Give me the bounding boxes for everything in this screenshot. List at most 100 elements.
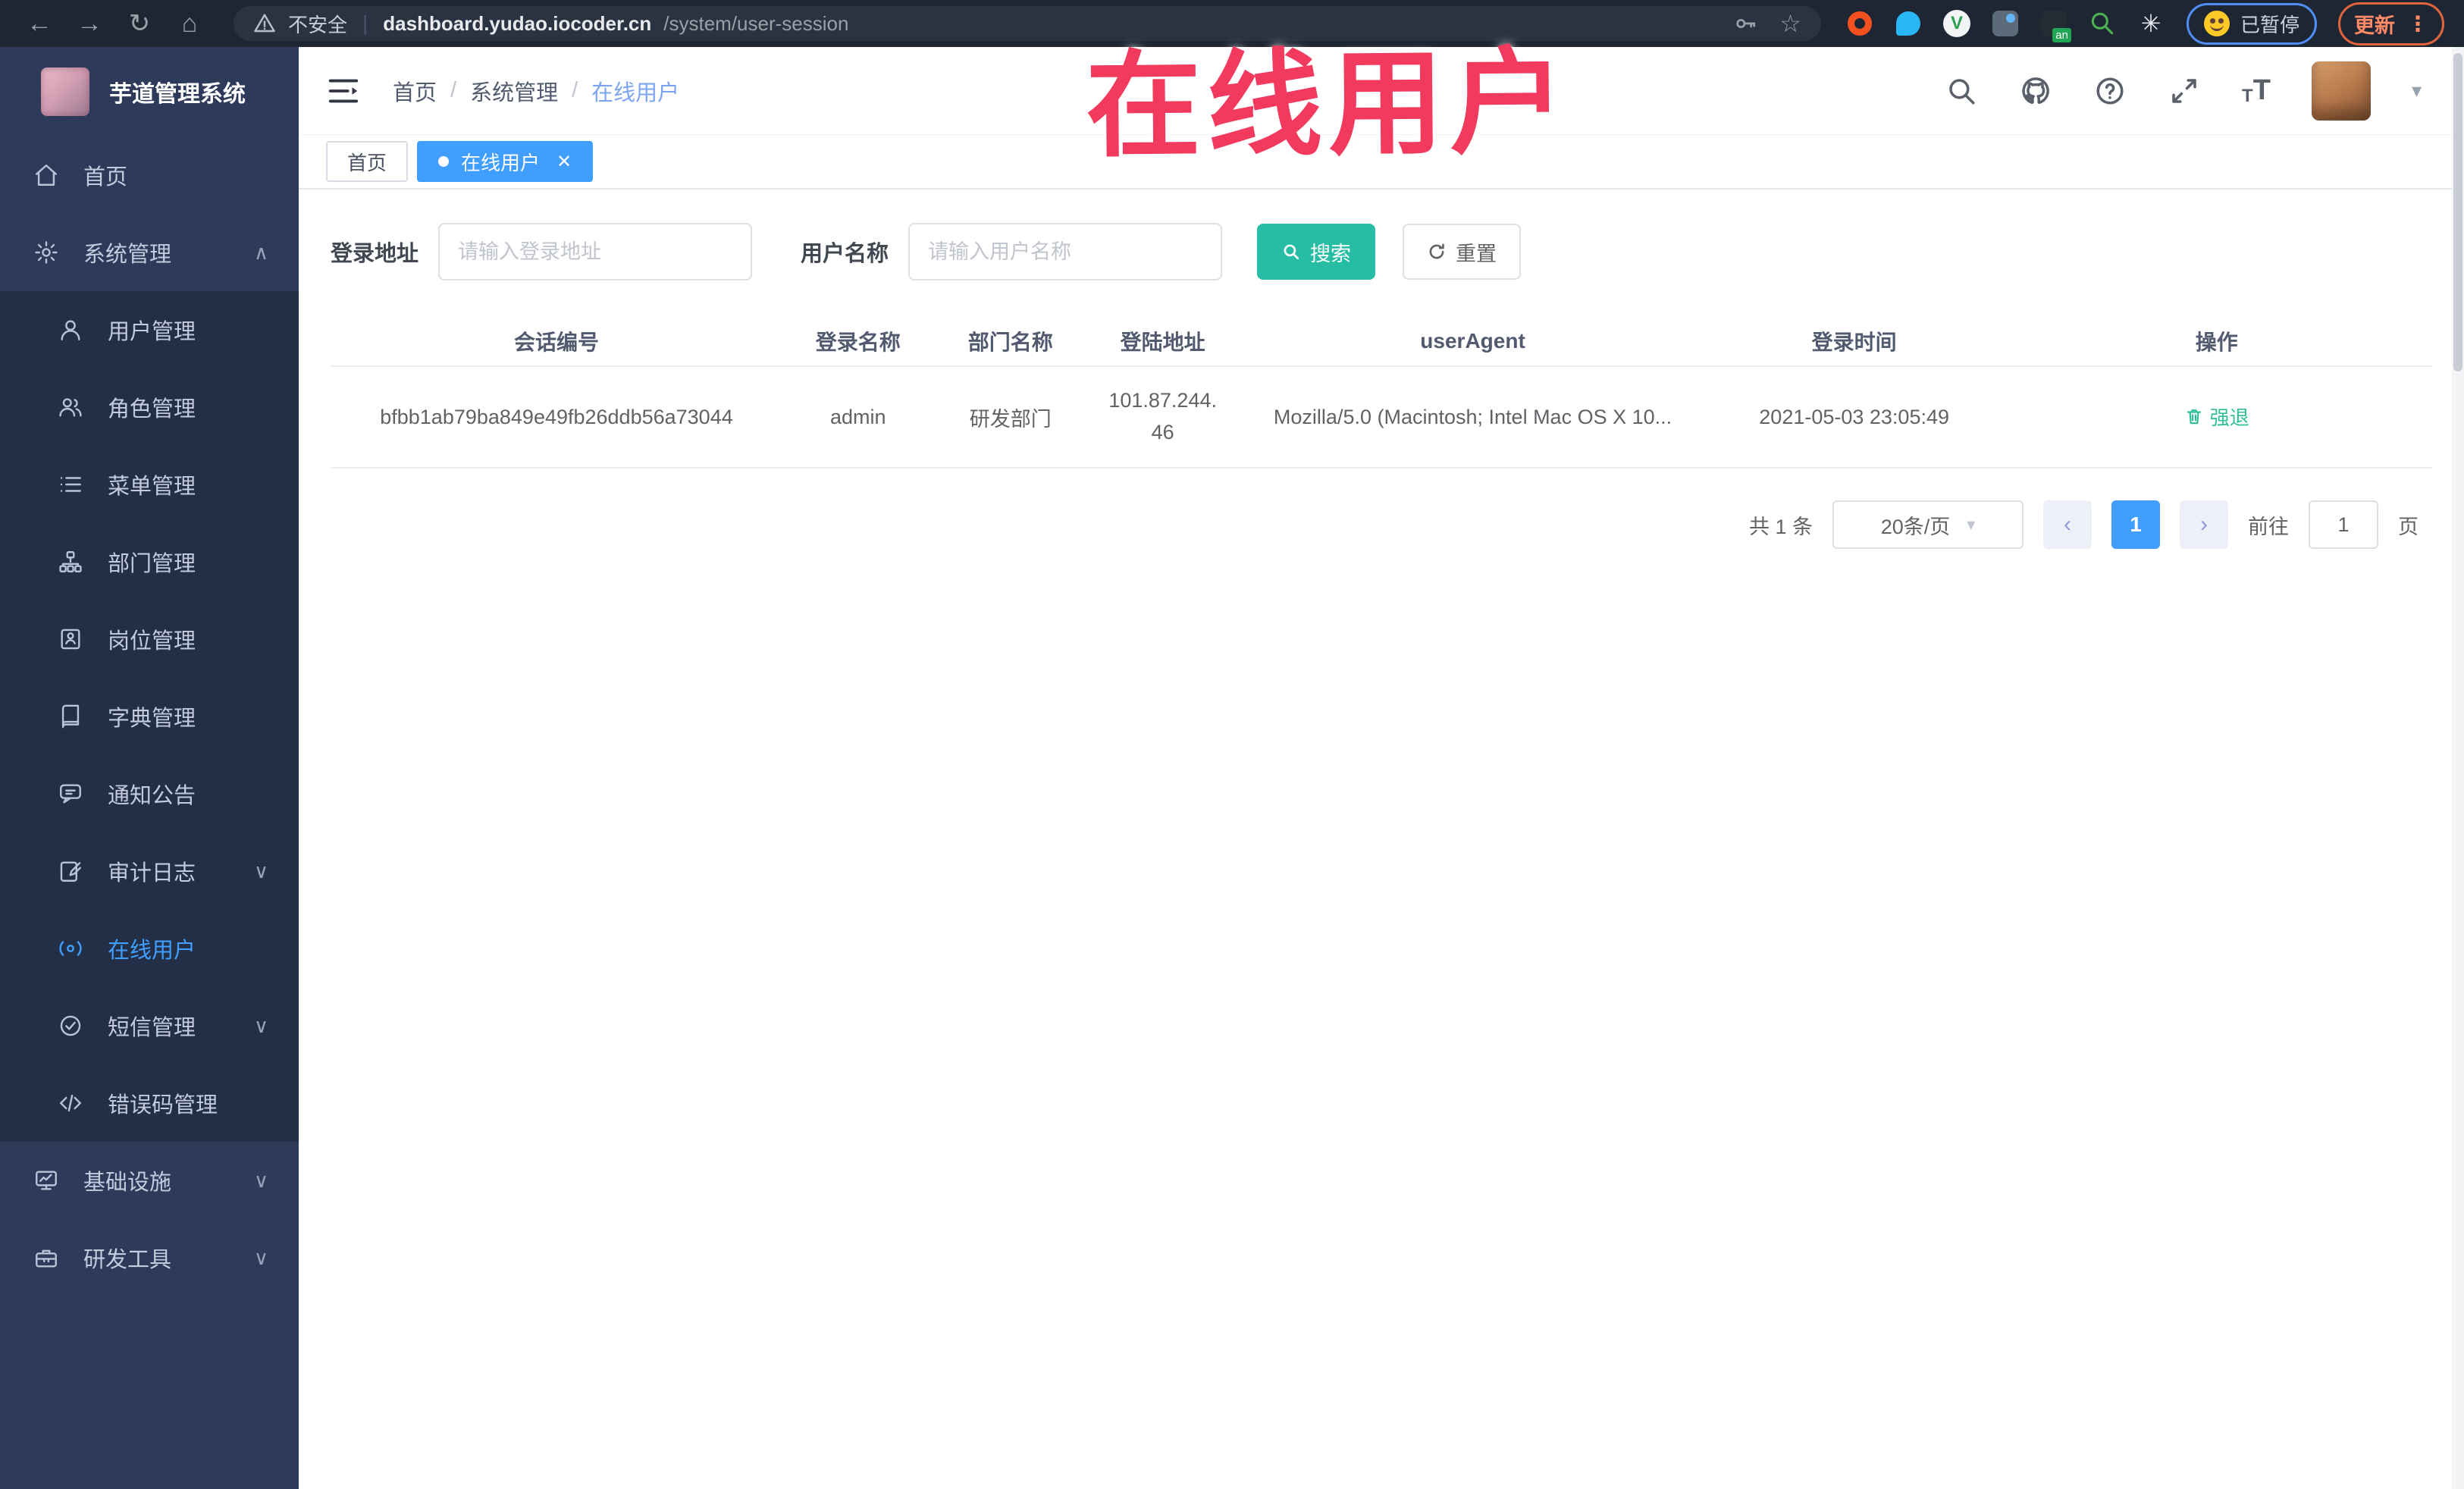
table-header-row: 会话编号 登录名称 部门名称 登陆地址 userAgent 登录时间 操作 [331, 317, 2432, 367]
sidebar-item-role-mgmt[interactable]: 角色管理 [0, 368, 299, 446]
forward-icon[interactable]: → [70, 11, 109, 36]
ext-green-v-icon[interactable]: V [1942, 9, 1971, 38]
force-logout-label: 强退 [2209, 406, 2249, 429]
sidebar-item-error-code[interactable]: 错误码管理 [0, 1064, 299, 1142]
close-icon[interactable]: ✕ [556, 151, 572, 173]
tab-online-users[interactable]: 在线用户 ✕ [417, 141, 594, 182]
emoji-face-icon [2203, 11, 2230, 36]
prev-page-button[interactable]: ‹ [2043, 500, 2092, 549]
goto-label: 前往 [2248, 515, 2289, 538]
extensions-puzzle-icon[interactable]: ✳ [2136, 9, 2165, 38]
divider: | [362, 11, 368, 35]
ext-orange-ring-icon[interactable] [1845, 9, 1874, 38]
goto-page-input[interactable] [2309, 500, 2378, 549]
cell-user-agent: Mozilla/5.0 (Macintosh; Intel Mac OS X 1… [1273, 405, 1672, 428]
fullscreen-icon[interactable] [2168, 74, 2201, 108]
sidebar-item-label: 部门管理 [108, 552, 196, 576]
sidebar-item-sms-mgmt[interactable]: 短信管理 ∨ [0, 987, 299, 1064]
sidebar-item-audit-log[interactable]: 审计日志 ∨ [0, 832, 299, 910]
cell-session-id: bfbb1ab79ba849e49fb26ddb56a73044 [380, 405, 733, 428]
github-icon[interactable] [2019, 74, 2052, 108]
chevron-down-icon: ▾ [1967, 515, 1976, 534]
pagination-total: 共 1 条 [1748, 515, 1813, 538]
col-user-agent: userAgent [1420, 329, 1525, 353]
avatar-caret-icon[interactable]: ▾ [2412, 79, 2422, 102]
sidebar-item-label: 短信管理 [108, 1016, 196, 1040]
active-tab-dot [438, 156, 450, 167]
paused-extension-button[interactable]: 已暂停 [2186, 2, 2317, 45]
security-label[interactable]: 不安全 [288, 10, 347, 38]
sidebar-item-label: 审计日志 [108, 861, 196, 886]
kebab-menu-icon[interactable]: ⋮ [2407, 11, 2428, 36]
back-icon[interactable]: ← [20, 11, 59, 36]
ext-green-magnifier-icon[interactable] [2088, 9, 2117, 38]
online-user-icon [56, 934, 85, 963]
search-icon[interactable] [1945, 74, 1978, 108]
sidebar-item-home[interactable]: 首页 [0, 136, 299, 214]
browser-toolbar: ← → ↻ ⌂ 不安全 | dashboard.yudao.iocoder.cn… [0, 0, 2464, 47]
col-dept-name: 部门名称 [967, 331, 1053, 354]
browser-update-button[interactable]: 更新 ⋮ [2338, 2, 2444, 45]
ext-gray-blue-icon[interactable] [1991, 9, 2020, 38]
sidebar-item-dev-tools[interactable]: 研发工具 ∨ [0, 1219, 299, 1296]
sidebar-item-dept-mgmt[interactable]: 部门管理 [0, 523, 299, 600]
sidebar-item-notice[interactable]: 通知公告 [0, 755, 299, 832]
ext-an-badge-icon[interactable] [2039, 9, 2071, 42]
scrollbar-thumb[interactable] [2453, 53, 2462, 371]
sidebar-item-menu-mgmt[interactable]: 菜单管理 [0, 446, 299, 523]
user-avatar[interactable] [2311, 61, 2371, 121]
col-actions: 操作 [2195, 331, 2238, 354]
cell-dept-name: 研发部门 [969, 407, 1052, 431]
search-button[interactable]: 搜索 [1257, 224, 1376, 280]
url-path[interactable]: /system/user-session [663, 12, 848, 36]
breadcrumb-home[interactable]: 首页 [393, 75, 437, 107]
screen: ← → ↻ ⌂ 不安全 | dashboard.yudao.iocoder.cn… [0, 0, 2464, 1489]
chevron-down-icon: ∨ [253, 859, 268, 882]
ext-blue-pin-icon[interactable] [1894, 9, 1923, 38]
cell-login-ip: 101.87.244.46 [1108, 389, 1217, 444]
sidebar-item-label: 用户管理 [108, 320, 196, 344]
reload-icon[interactable]: ↻ [120, 11, 159, 36]
col-login-name: 登录名称 [815, 331, 901, 354]
chevron-down-icon: ∨ [253, 1168, 268, 1192]
login-address-input[interactable] [438, 223, 753, 281]
home-icon[interactable]: ⌂ [170, 11, 209, 36]
reset-button[interactable]: 重置 [1403, 224, 1522, 280]
url-host[interactable]: dashboard.yudao.iocoder.cn [383, 12, 651, 36]
font-size-icon[interactable]: TT [2242, 74, 2271, 107]
monitor-icon [32, 1166, 61, 1195]
sidebar-item-post-mgmt[interactable]: 岗位管理 [0, 600, 299, 678]
scrollbar-track[interactable] [2452, 47, 2464, 1489]
hamburger-icon[interactable] [326, 74, 361, 108]
tab-home[interactable]: 首页 [326, 141, 409, 182]
sidebar-item-infrastructure[interactable]: 基础设施 ∨ [0, 1142, 299, 1219]
sidebar-item-user-mgmt[interactable]: 用户管理 [0, 291, 299, 368]
page-size-select[interactable]: 20条/页 ▾ [1832, 500, 2024, 549]
cell-login-name: admin [829, 405, 886, 428]
sidebar-item-online-users[interactable]: 在线用户 [0, 910, 299, 987]
pagination: 共 1 条 20条/页 ▾ ‹ 1 › 前往 页 [331, 500, 2432, 549]
sidebar-item-system-mgmt[interactable]: 系统管理 ∧ [0, 214, 299, 291]
update-label: 更新 [2354, 14, 2395, 37]
cell-actions: 强退 [2002, 392, 2432, 443]
help-icon[interactable] [2093, 74, 2127, 108]
address-bar[interactable]: 不安全 | dashboard.yudao.iocoder.cn /system… [234, 6, 1821, 41]
paused-label: 已暂停 [2240, 13, 2299, 36]
toolbox-icon [32, 1243, 61, 1272]
username-input[interactable] [908, 223, 1223, 281]
bookmark-star-icon[interactable]: ☆ [1779, 9, 1801, 38]
breadcrumb-current[interactable]: 在线用户 [591, 75, 679, 107]
sidebar-item-dict-mgmt[interactable]: 字典管理 [0, 678, 299, 755]
breadcrumb-system[interactable]: 系统管理 [470, 75, 558, 107]
col-login-time: 登录时间 [1811, 331, 1897, 354]
key-icon[interactable] [1734, 11, 1758, 36]
tab-label: 首页 [347, 151, 387, 174]
shield-check-icon [56, 1011, 85, 1040]
sidebar-item-label: 在线用户 [108, 939, 196, 963]
sidebar-item-label: 通知公告 [108, 784, 196, 808]
next-page-button[interactable]: › [2180, 500, 2228, 549]
current-page-button[interactable]: 1 [2111, 500, 2160, 549]
sidebar-item-label: 角色管理 [108, 397, 196, 422]
col-login-ip: 登陆地址 [1120, 331, 1205, 354]
force-logout-button[interactable]: 强退 [2184, 403, 2249, 431]
